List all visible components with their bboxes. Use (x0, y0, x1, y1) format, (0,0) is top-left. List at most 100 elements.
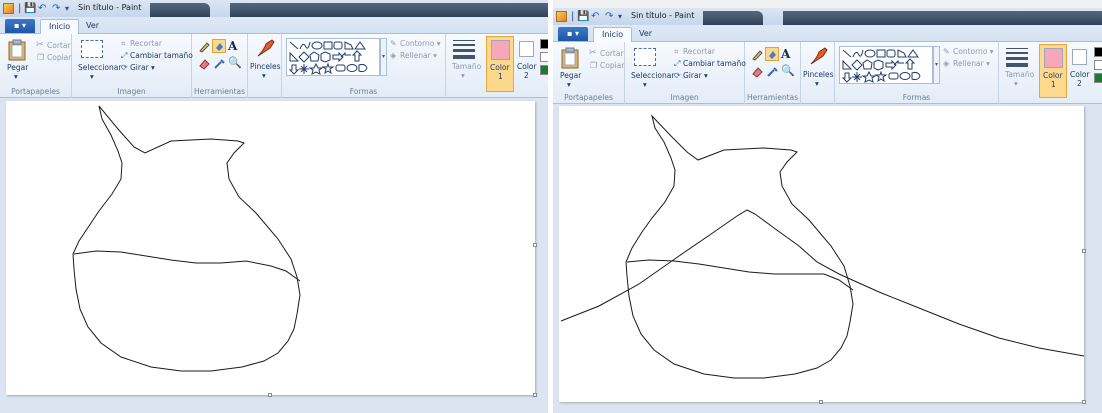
scissors-icon: ✂ (589, 48, 597, 58)
palette-white[interactable] (1094, 60, 1102, 70)
magnifier-icon[interactable]: 🔍 (781, 64, 795, 77)
copy-button[interactable]: Copiar (47, 53, 71, 62)
cut-button[interactable]: Cortar (600, 49, 624, 58)
outline-dropdown[interactable]: Contorno ▾ (953, 47, 994, 56)
tab-ver[interactable]: Ver (631, 27, 660, 42)
fill-dropdown[interactable]: Rellenar ▾ (400, 51, 437, 60)
crop-button[interactable]: Recortar (683, 47, 715, 56)
canvas-resize-handle-corner[interactable] (533, 393, 537, 397)
rotate-button[interactable]: Girar ▾ (683, 71, 708, 80)
palette-green[interactable] (540, 65, 548, 75)
paint-app-icon[interactable] (3, 3, 14, 14)
size-dropdown-icon[interactable]: ▾ (461, 71, 465, 80)
group-size: Tamaño ▾ (999, 42, 1035, 104)
drawing-canvas[interactable] (6, 101, 535, 395)
group-clipboard: Pegar ▾ ✂ Cortar ❐ Copiar Portapapeles (0, 34, 72, 98)
size-icon[interactable] (1006, 48, 1028, 68)
palette-black[interactable] (1094, 47, 1102, 57)
paint-window-left: | 💾 ↶ ↷ ▾ Sin título - Paint ▪ ▾ Inicio … (0, 0, 548, 413)
save-icon[interactable]: 💾 (24, 2, 36, 15)
tab-inicio[interactable]: Inicio (40, 19, 80, 35)
quick-access-customize-icon[interactable]: ▾ (618, 10, 622, 23)
brushes-button[interactable]: Pinceles (250, 62, 281, 71)
color1-button[interactable]: Color 1 (1039, 44, 1067, 98)
size-icon[interactable] (453, 40, 475, 60)
file-menu-button[interactable]: ▪ ▾ (558, 27, 588, 41)
brushes-dropdown-icon[interactable]: ▾ (815, 79, 819, 88)
color2-swatch (1072, 49, 1087, 65)
tab-ver[interactable]: Ver (78, 19, 107, 34)
brush-icon[interactable] (807, 46, 829, 68)
shapes-scroll-icon[interactable]: ▾ (380, 38, 387, 76)
undo-icon[interactable]: ↶ (591, 10, 599, 23)
title-bar[interactable]: | 💾 ↶ ↷ ▾ Sin título - Paint (0, 0, 548, 17)
select-icon[interactable] (634, 48, 656, 66)
canvas-resize-handle-bottom[interactable] (268, 393, 272, 397)
canvas-resize-handle-right[interactable] (533, 243, 537, 247)
text-tool-icon[interactable]: A (781, 47, 790, 61)
redo-icon[interactable]: ↷ (52, 2, 60, 15)
drawing-canvas[interactable] (559, 106, 1084, 402)
text-tool-icon[interactable]: A (228, 39, 237, 53)
paste-dropdown-icon[interactable]: ▾ (567, 80, 571, 89)
select-button[interactable]: Seleccionar (78, 63, 121, 72)
paste-icon[interactable] (561, 47, 579, 69)
group-tools: A 🔍 Herramientas (192, 34, 248, 98)
save-icon[interactable]: 💾 (577, 10, 589, 23)
paste-dropdown-icon[interactable]: ▾ (14, 72, 18, 81)
cut-button[interactable]: Cortar (47, 41, 71, 50)
color-picker-icon[interactable] (766, 65, 779, 78)
canvas-resize-handle-corner[interactable] (1082, 400, 1086, 404)
eraser-icon[interactable] (198, 57, 211, 70)
palette-green[interactable] (1094, 73, 1102, 83)
paste-button[interactable]: Pegar (7, 63, 28, 72)
redo-icon[interactable]: ↷ (605, 10, 613, 23)
palette-black[interactable] (540, 39, 548, 49)
palette-white[interactable] (540, 52, 548, 62)
select-button[interactable]: Seleccionar (631, 71, 674, 80)
crop-button[interactable]: Recortar (130, 39, 162, 48)
select-dropdown-icon[interactable]: ▾ (643, 80, 647, 89)
paste-button[interactable]: Pegar (560, 71, 581, 80)
size-dropdown-icon[interactable]: ▾ (1014, 79, 1018, 88)
copy-button[interactable]: Copiar (600, 61, 624, 70)
fill-dropdown[interactable]: Rellenar ▾ (953, 59, 990, 68)
color2-button[interactable]: Color 2 (516, 36, 540, 92)
shapes-scroll-icon[interactable]: ▾ (933, 46, 940, 84)
rotate-button[interactable]: Girar ▾ (130, 63, 155, 72)
quick-access-customize-icon[interactable]: ▾ (65, 2, 69, 15)
taskbar-overlay (703, 11, 763, 25)
pencil-icon[interactable] (198, 40, 211, 53)
brushes-button[interactable]: Pinceles (803, 70, 834, 79)
pencil-icon[interactable] (751, 48, 764, 61)
magnifier-icon[interactable]: 🔍 (228, 56, 242, 69)
group-tools: A 🔍 Herramientas (745, 42, 801, 104)
title-bar[interactable]: | 💾 ↶ ↷ ▾ Sin título - Paint (553, 8, 1102, 25)
size-button[interactable]: Tamaño (1005, 70, 1034, 79)
shapes-gallery[interactable] (286, 38, 380, 76)
file-menu-button[interactable]: ▪ ▾ (5, 19, 35, 33)
color-picker-icon[interactable] (213, 57, 226, 70)
canvas-resize-handle-right[interactable] (1082, 249, 1086, 253)
color1-button[interactable]: Color 1 (486, 36, 514, 92)
canvas-resize-handle-bottom[interactable] (819, 400, 823, 404)
resize-button[interactable]: Cambiar tamaño (130, 51, 193, 60)
brush-icon[interactable] (254, 38, 276, 60)
color1-number: 1 (1051, 80, 1056, 89)
brushes-dropdown-icon[interactable]: ▾ (262, 71, 266, 80)
fill-bucket-icon[interactable] (212, 39, 226, 53)
tab-inicio[interactable]: Inicio (593, 27, 633, 43)
crop-icon: ⌗ (121, 39, 126, 48)
resize-button[interactable]: Cambiar tamaño (683, 59, 746, 68)
select-icon[interactable] (81, 40, 103, 58)
color2-button[interactable]: Color 2 (1069, 44, 1093, 98)
fill-bucket-icon[interactable] (765, 47, 779, 61)
paste-icon[interactable] (8, 39, 26, 61)
select-dropdown-icon[interactable]: ▾ (90, 72, 94, 81)
paint-app-icon[interactable] (556, 11, 567, 22)
outline-dropdown[interactable]: Contorno ▾ (400, 39, 441, 48)
eraser-icon[interactable] (751, 65, 764, 78)
undo-icon[interactable]: ↶ (38, 2, 46, 15)
shapes-gallery[interactable] (839, 46, 933, 84)
size-button[interactable]: Tamaño (452, 62, 481, 71)
